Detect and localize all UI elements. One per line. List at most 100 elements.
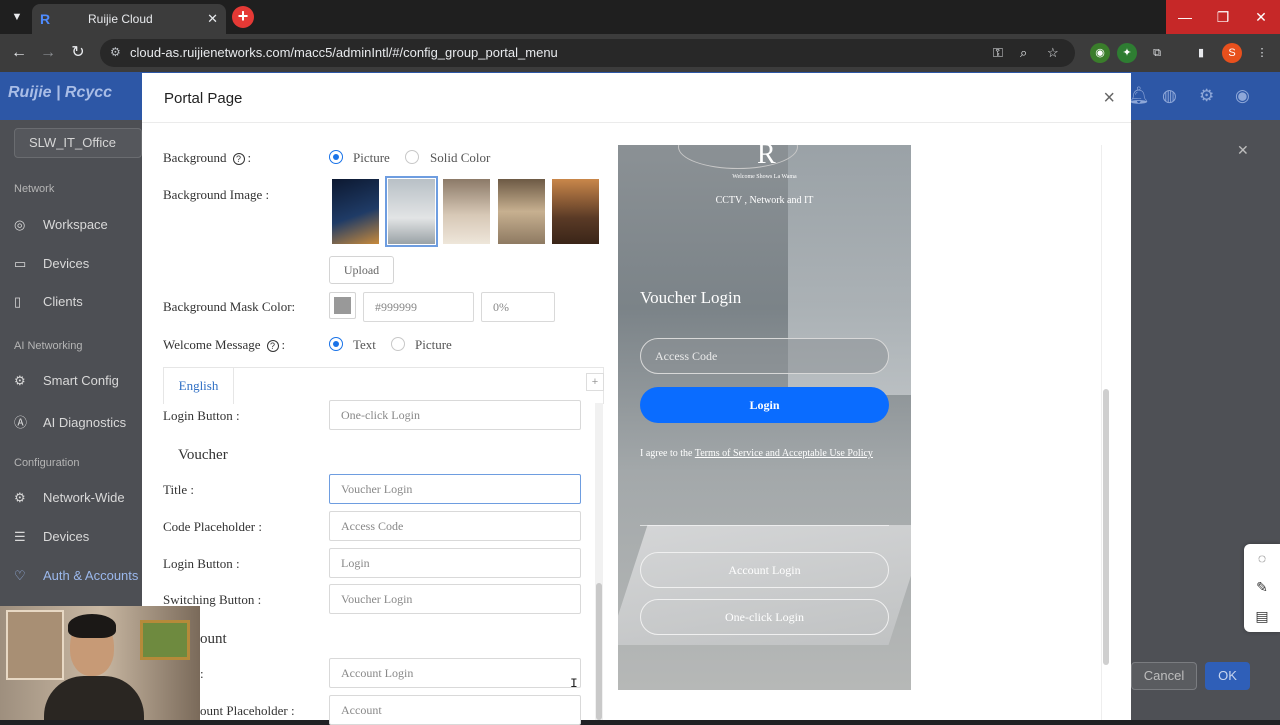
extensions-puzzle-icon[interactable]: ⧉ <box>1147 43 1167 63</box>
background-image-label-text: Background Image <box>163 187 263 202</box>
floating-toolbar: ◌ ✎ ▤ <box>1244 544 1280 632</box>
webcam-overlay <box>0 606 200 720</box>
code-placeholder-label-text: Code Placeholder <box>163 519 256 534</box>
background-label: Background?: <box>163 150 252 165</box>
webcam-person-hair <box>68 614 116 638</box>
account-login-field[interactable]: Account Login <box>329 658 581 688</box>
password-key-icon[interactable]: ⚿ <box>993 39 1003 67</box>
new-tab-plus-icon[interactable]: + <box>232 6 254 28</box>
globe-icon[interactable]: ◍ <box>1162 86 1177 106</box>
oneclick-login-button-field[interactable]: One-click Login <box>329 400 581 430</box>
reload-icon[interactable]: ↻ <box>67 42 89 64</box>
mask-color-swatch[interactable] <box>329 292 356 319</box>
preview-login-button: Login <box>640 387 889 423</box>
modal-scrollbar-thumb[interactable] <box>1103 389 1109 665</box>
section-network: Network <box>14 183 55 195</box>
browser-menu-icon[interactable]: ⋮ <box>1252 43 1272 63</box>
project-selector[interactable]: SLW_IT_Office <box>14 128 142 158</box>
add-language-icon[interactable]: + <box>586 373 604 391</box>
ok-button[interactable]: OK <box>1205 662 1250 690</box>
help-icon[interactable]: ? <box>232 153 245 165</box>
cancel-button[interactable]: Cancel <box>1131 662 1197 690</box>
sidebar-item-clients[interactable]: ▯ Clients <box>14 294 83 310</box>
sidebar-item-label: Auth & Accounts <box>43 568 139 583</box>
sidebar-item-auth-accounts[interactable]: ♡ Auth & Accounts <box>14 568 138 584</box>
preview-divider <box>640 525 889 526</box>
ruijie-favicon-icon: R <box>40 11 51 27</box>
sidebar-item-smart-config[interactable]: ⚙ Smart Config <box>14 373 119 389</box>
welcome-picture-label: Picture <box>415 337 452 352</box>
background-picture-radio[interactable] <box>329 150 343 164</box>
form-scrollbar-thumb[interactable] <box>596 583 602 720</box>
webcam-picture-frame <box>140 620 190 660</box>
background-thumb-earth[interactable] <box>332 179 379 244</box>
minimize-icon[interactable]: — <box>1166 0 1204 34</box>
ruijie-logo: Ruijie | Rcycc <box>8 84 113 101</box>
sidebar-item-workspace[interactable]: ◎ Workspace <box>14 217 108 233</box>
welcome-text-radio[interactable] <box>329 337 343 351</box>
voucher-title-field[interactable]: Voucher Login <box>329 474 581 504</box>
welcome-text-label: Text <box>353 337 376 352</box>
code-placeholder-field[interactable]: Access Code <box>329 511 581 541</box>
drawer-close-icon[interactable]: ✕ <box>1237 142 1249 159</box>
devices-icon: ▭ <box>14 256 27 271</box>
sidebar-item-config-devices[interactable]: ☰ Devices <box>14 529 89 545</box>
forward-arrow-icon[interactable]: → <box>37 42 59 64</box>
workspace-icon: ◎ <box>14 217 26 232</box>
preview-subtitle: CCTV , Network and IT <box>715 195 814 206</box>
login-button-label: Login Button : <box>163 408 240 423</box>
side-panel-icon[interactable]: ▮ <box>1191 43 1211 63</box>
preview-terms-prefix: I agree to the <box>640 448 695 459</box>
extension-on-icon[interactable]: ◉ <box>1090 43 1110 63</box>
account-title-label: : <box>200 666 204 681</box>
account-placeholder-label: ount Placeholder : <box>200 703 295 718</box>
feedback-icon[interactable]: ✎ <box>1244 573 1280 602</box>
sidebar-item-label: Network-Wide <box>43 490 125 505</box>
welcome-message-label: Welcome Message?: <box>163 337 286 352</box>
window-close-icon[interactable]: ✕ <box>1242 0 1280 34</box>
browser-tab[interactable]: R Ruijie Cloud ✕ <box>32 4 226 34</box>
back-arrow-icon[interactable]: ← <box>8 42 30 64</box>
shield-icon: ♡ <box>14 568 26 583</box>
sidebar-item-network-wide[interactable]: ⚙ Network-Wide <box>14 490 125 506</box>
webcam-person-body <box>44 676 144 720</box>
background-thumb-cafe[interactable] <box>498 179 545 244</box>
section-configuration: Configuration <box>14 457 80 469</box>
gear-icon[interactable]: ⚙ <box>1199 86 1214 106</box>
zoom-icon[interactable]: ⌕ <box>1020 39 1027 67</box>
bookmark-star-icon[interactable]: ☆ <box>1047 39 1059 67</box>
site-info-icon[interactable]: ⚙ <box>110 45 121 59</box>
tab-search-chevron-icon[interactable]: ▼ <box>6 6 28 28</box>
welcome-picture-radio[interactable] <box>391 337 405 351</box>
account-placeholder-field[interactable]: Account <box>329 695 581 725</box>
background-thumb-restaurant[interactable] <box>552 179 599 244</box>
voucher-title-label: Title : <box>163 482 194 497</box>
sidebar-item-ai-diagnostics[interactable]: Ⓐ AI Diagnostics <box>14 412 126 431</box>
smart-config-icon: ⚙ <box>14 373 26 388</box>
modal-close-icon[interactable]: × <box>1103 87 1115 110</box>
chat-icon[interactable]: ◌ <box>1244 544 1280 573</box>
bell-icon[interactable]: 🔔︎ <box>1128 86 1150 106</box>
tab-english[interactable]: English <box>164 368 234 404</box>
switching-button-field[interactable]: Voucher Login <box>329 584 581 614</box>
background-solid-radio[interactable] <box>405 150 419 164</box>
user-icon[interactable]: ◉ <box>1235 86 1250 106</box>
extension-leaf-icon[interactable]: ✦ <box>1117 43 1137 63</box>
mask-opacity-field[interactable]: 0% <box>481 292 555 322</box>
upload-button[interactable]: Upload <box>329 256 394 284</box>
help-icon[interactable]: ? <box>266 340 279 352</box>
mask-color-hex-field[interactable]: #999999 <box>363 292 474 322</box>
restore-icon[interactable]: ❐ <box>1204 0 1242 34</box>
sidebar-item-label: Smart Config <box>43 373 119 388</box>
sidebar-item-devices[interactable]: ▭ Devices <box>14 256 89 272</box>
account-heading: ount <box>200 631 227 647</box>
text-cursor-icon: I <box>570 676 578 691</box>
voucher-login-button-field[interactable]: Login <box>329 548 581 578</box>
url-omnibox[interactable]: ⚙ cloud-as.ruijienetworks.com/macc5/admi… <box>100 39 1075 67</box>
tab-close-icon[interactable]: ✕ <box>207 4 218 34</box>
clipboard-icon[interactable]: ▤ <box>1244 602 1280 631</box>
profile-avatar[interactable]: S <box>1222 43 1242 63</box>
preview-access-code-input: Access Code <box>640 338 889 374</box>
background-thumb-hotel[interactable] <box>443 179 490 244</box>
background-thumb-meeting-room[interactable] <box>385 176 438 247</box>
